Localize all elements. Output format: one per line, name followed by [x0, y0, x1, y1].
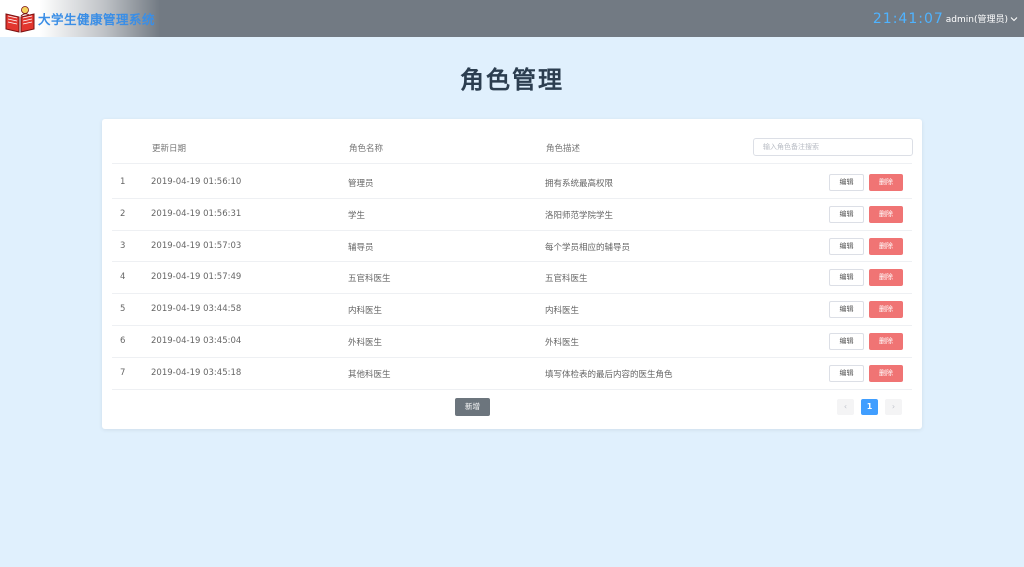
delete-button[interactable]: 删除: [869, 174, 903, 191]
row-desc: 每个学员相应的辅导员: [545, 242, 631, 253]
clock: 21:41:07: [872, 10, 944, 27]
row-desc: 填写体检表的最后内容的医生角色: [545, 369, 673, 380]
table-body: 1 2019-04-19 01:56:10 管理员 拥有系统最高权限 编辑 删除…: [112, 167, 912, 390]
table-row: 4 2019-04-19 01:57:49 五官科医生 五官科医生 编辑 删除: [112, 262, 912, 295]
pagination-page-1[interactable]: 1: [861, 399, 878, 415]
app-title: 大学生健康管理系统: [38, 12, 156, 27]
book-logo-icon: [5, 5, 35, 33]
row-index: 7: [120, 367, 126, 378]
row-date: 2019-04-19 03:45:18: [151, 367, 242, 378]
row-desc: 五官科医生: [545, 274, 588, 285]
row-desc: 外科医生: [545, 337, 580, 348]
pagination-next-button[interactable]: ›: [885, 399, 902, 415]
chevron-down-icon[interactable]: [1010, 15, 1018, 23]
row-name: 其他科医生: [348, 369, 391, 380]
row-index: 2: [120, 208, 126, 219]
delete-button[interactable]: 删除: [869, 237, 903, 255]
edit-button[interactable]: 编辑: [829, 332, 864, 350]
edit-button[interactable]: 编辑: [829, 301, 864, 319]
delete-button[interactable]: 删除: [869, 364, 903, 382]
edit-button[interactable]: 编辑: [829, 205, 864, 223]
pagination-prev-button[interactable]: ‹: [837, 399, 854, 415]
row-date: 2019-04-19 01:57:49: [151, 272, 242, 283]
user-menu[interactable]: admin(管理员): [946, 12, 1008, 25]
delete-button[interactable]: 删除: [869, 301, 903, 319]
column-header-desc: 角色描述: [546, 144, 581, 154]
edit-button[interactable]: 编辑: [829, 174, 864, 191]
row-date: 2019-04-19 01:56:31: [151, 208, 242, 219]
header-right: 21:41:07 admin(管理员): [873, 0, 1018, 37]
row-name: 辅导员: [348, 242, 374, 253]
edit-button[interactable]: 编辑: [829, 237, 864, 255]
row-date: 2019-04-19 03:45:04: [151, 335, 242, 346]
table-row: 3 2019-04-19 01:57:03 辅导员 每个学员相应的辅导员 编辑 …: [112, 231, 912, 263]
table-row: 1 2019-04-19 01:56:10 管理员 拥有系统最高权限 编辑 删除: [112, 167, 912, 199]
row-desc: 内科医生: [545, 306, 580, 317]
edit-button[interactable]: 编辑: [829, 269, 864, 287]
brand[interactable]: 大学生健康管理系统: [0, 0, 160, 37]
column-header-date: 更新日期: [152, 144, 187, 154]
delete-button[interactable]: 删除: [869, 332, 903, 350]
delete-button[interactable]: 删除: [869, 269, 903, 287]
row-index: 3: [120, 240, 126, 251]
table-header: 更新日期 角色名称 角色描述: [112, 134, 913, 164]
page-title: 角色管理: [460, 66, 564, 94]
edit-button[interactable]: 编辑: [829, 364, 864, 382]
row-date: 2019-04-19 03:44:58: [151, 304, 242, 315]
table-row: 7 2019-04-19 03:45:18 其他科医生 填写体检表的最后内容的医…: [112, 358, 912, 390]
row-name: 学生: [348, 210, 366, 221]
column-header-name: 角色名称: [349, 144, 384, 154]
row-index: 4: [120, 272, 126, 283]
row-index: 5: [120, 304, 126, 315]
add-role-button[interactable]: 新增: [455, 398, 490, 416]
table-row: 6 2019-04-19 03:45:04 外科医生 外科医生 编辑 删除: [112, 326, 912, 358]
row-name: 管理员: [348, 179, 374, 189]
search-input[interactable]: [753, 138, 913, 156]
top-bar: 大学生健康管理系统 21:41:07 admin(管理员): [0, 0, 1024, 37]
delete-button[interactable]: 删除: [869, 205, 903, 223]
row-name: 外科医生: [348, 337, 383, 348]
row-index: 1: [120, 177, 126, 187]
table-row: 2 2019-04-19 01:56:31 学生 洛阳师范学院学生 编辑 删除: [112, 199, 912, 231]
row-desc: 拥有系统最高权限: [545, 179, 614, 189]
row-name: 内科医生: [348, 306, 383, 317]
role-table-card: 更新日期 角色名称 角色描述 1 2019-04-19 01:56:10 管理员…: [102, 119, 922, 429]
row-name: 五官科医生: [348, 274, 391, 285]
row-date: 2019-04-19 01:57:03: [151, 240, 242, 251]
row-date: 2019-04-19 01:56:10: [151, 177, 242, 187]
row-desc: 洛阳师范学院学生: [545, 210, 614, 221]
table-row: 5 2019-04-19 03:44:58 内科医生 内科医生 编辑 删除: [112, 294, 912, 326]
row-index: 6: [120, 335, 126, 346]
